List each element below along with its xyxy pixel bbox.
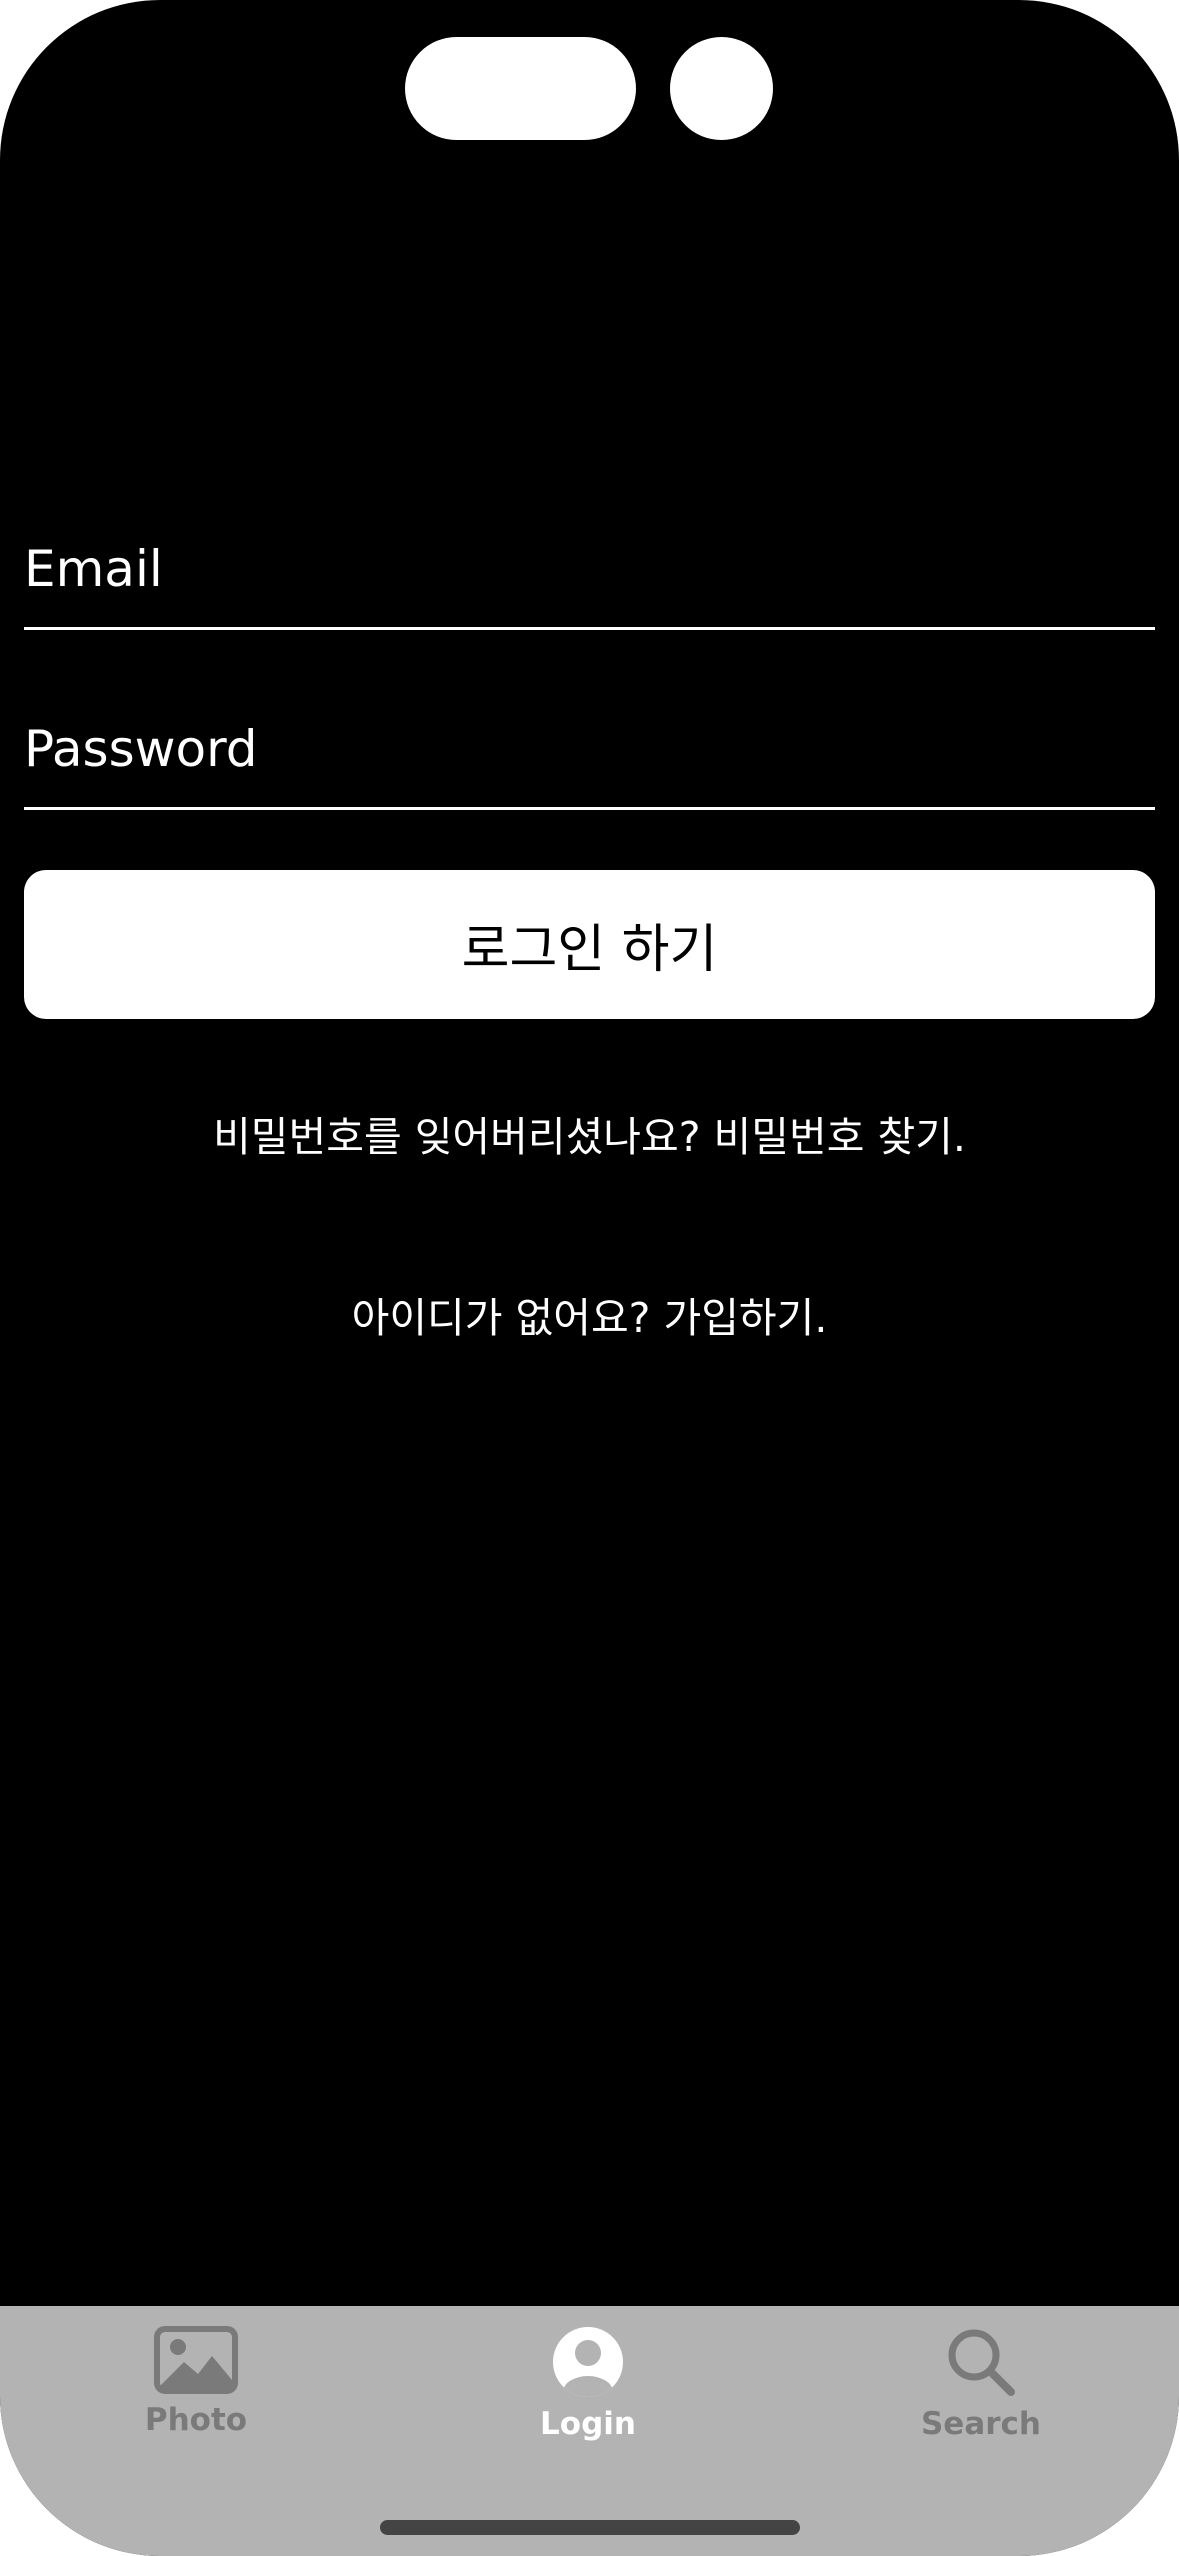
- tab-search[interactable]: Search: [861, 2326, 1101, 2476]
- tab-bar: Photo Login Search: [0, 2306, 1179, 2556]
- photo-icon: [154, 2326, 238, 2394]
- camera-cutout: [670, 37, 773, 140]
- dynamic-island: [405, 37, 636, 140]
- home-indicator: [380, 2520, 800, 2535]
- tab-search-label: Search: [920, 2406, 1041, 2442]
- signup-link[interactable]: 아이디가 없어요? 가입하기.: [0, 1288, 1179, 1348]
- login-button[interactable]: 로그인 하기: [24, 870, 1155, 1019]
- password-field[interactable]: [24, 717, 1155, 810]
- email-field[interactable]: [24, 537, 1155, 630]
- phone-screen: 로그인 하기 비밀번호를 잊어버리셨나요? 비밀번호 찾기. 아이디가 없어요?…: [0, 0, 1179, 2556]
- email-input[interactable]: [24, 537, 1155, 601]
- magnifier-icon: [945, 2326, 1017, 2398]
- password-input[interactable]: [24, 717, 1155, 781]
- tab-login-label: Login: [540, 2406, 636, 2442]
- tab-photo-label: Photo: [144, 2402, 248, 2438]
- tab-photo[interactable]: Photo: [76, 2326, 316, 2476]
- person-circle-icon: [552, 2326, 624, 2398]
- tab-login[interactable]: Login: [468, 2326, 708, 2476]
- forgot-password-link[interactable]: 비밀번호를 잊어버리셨나요? 비밀번호 찾기.: [0, 1107, 1179, 1167]
